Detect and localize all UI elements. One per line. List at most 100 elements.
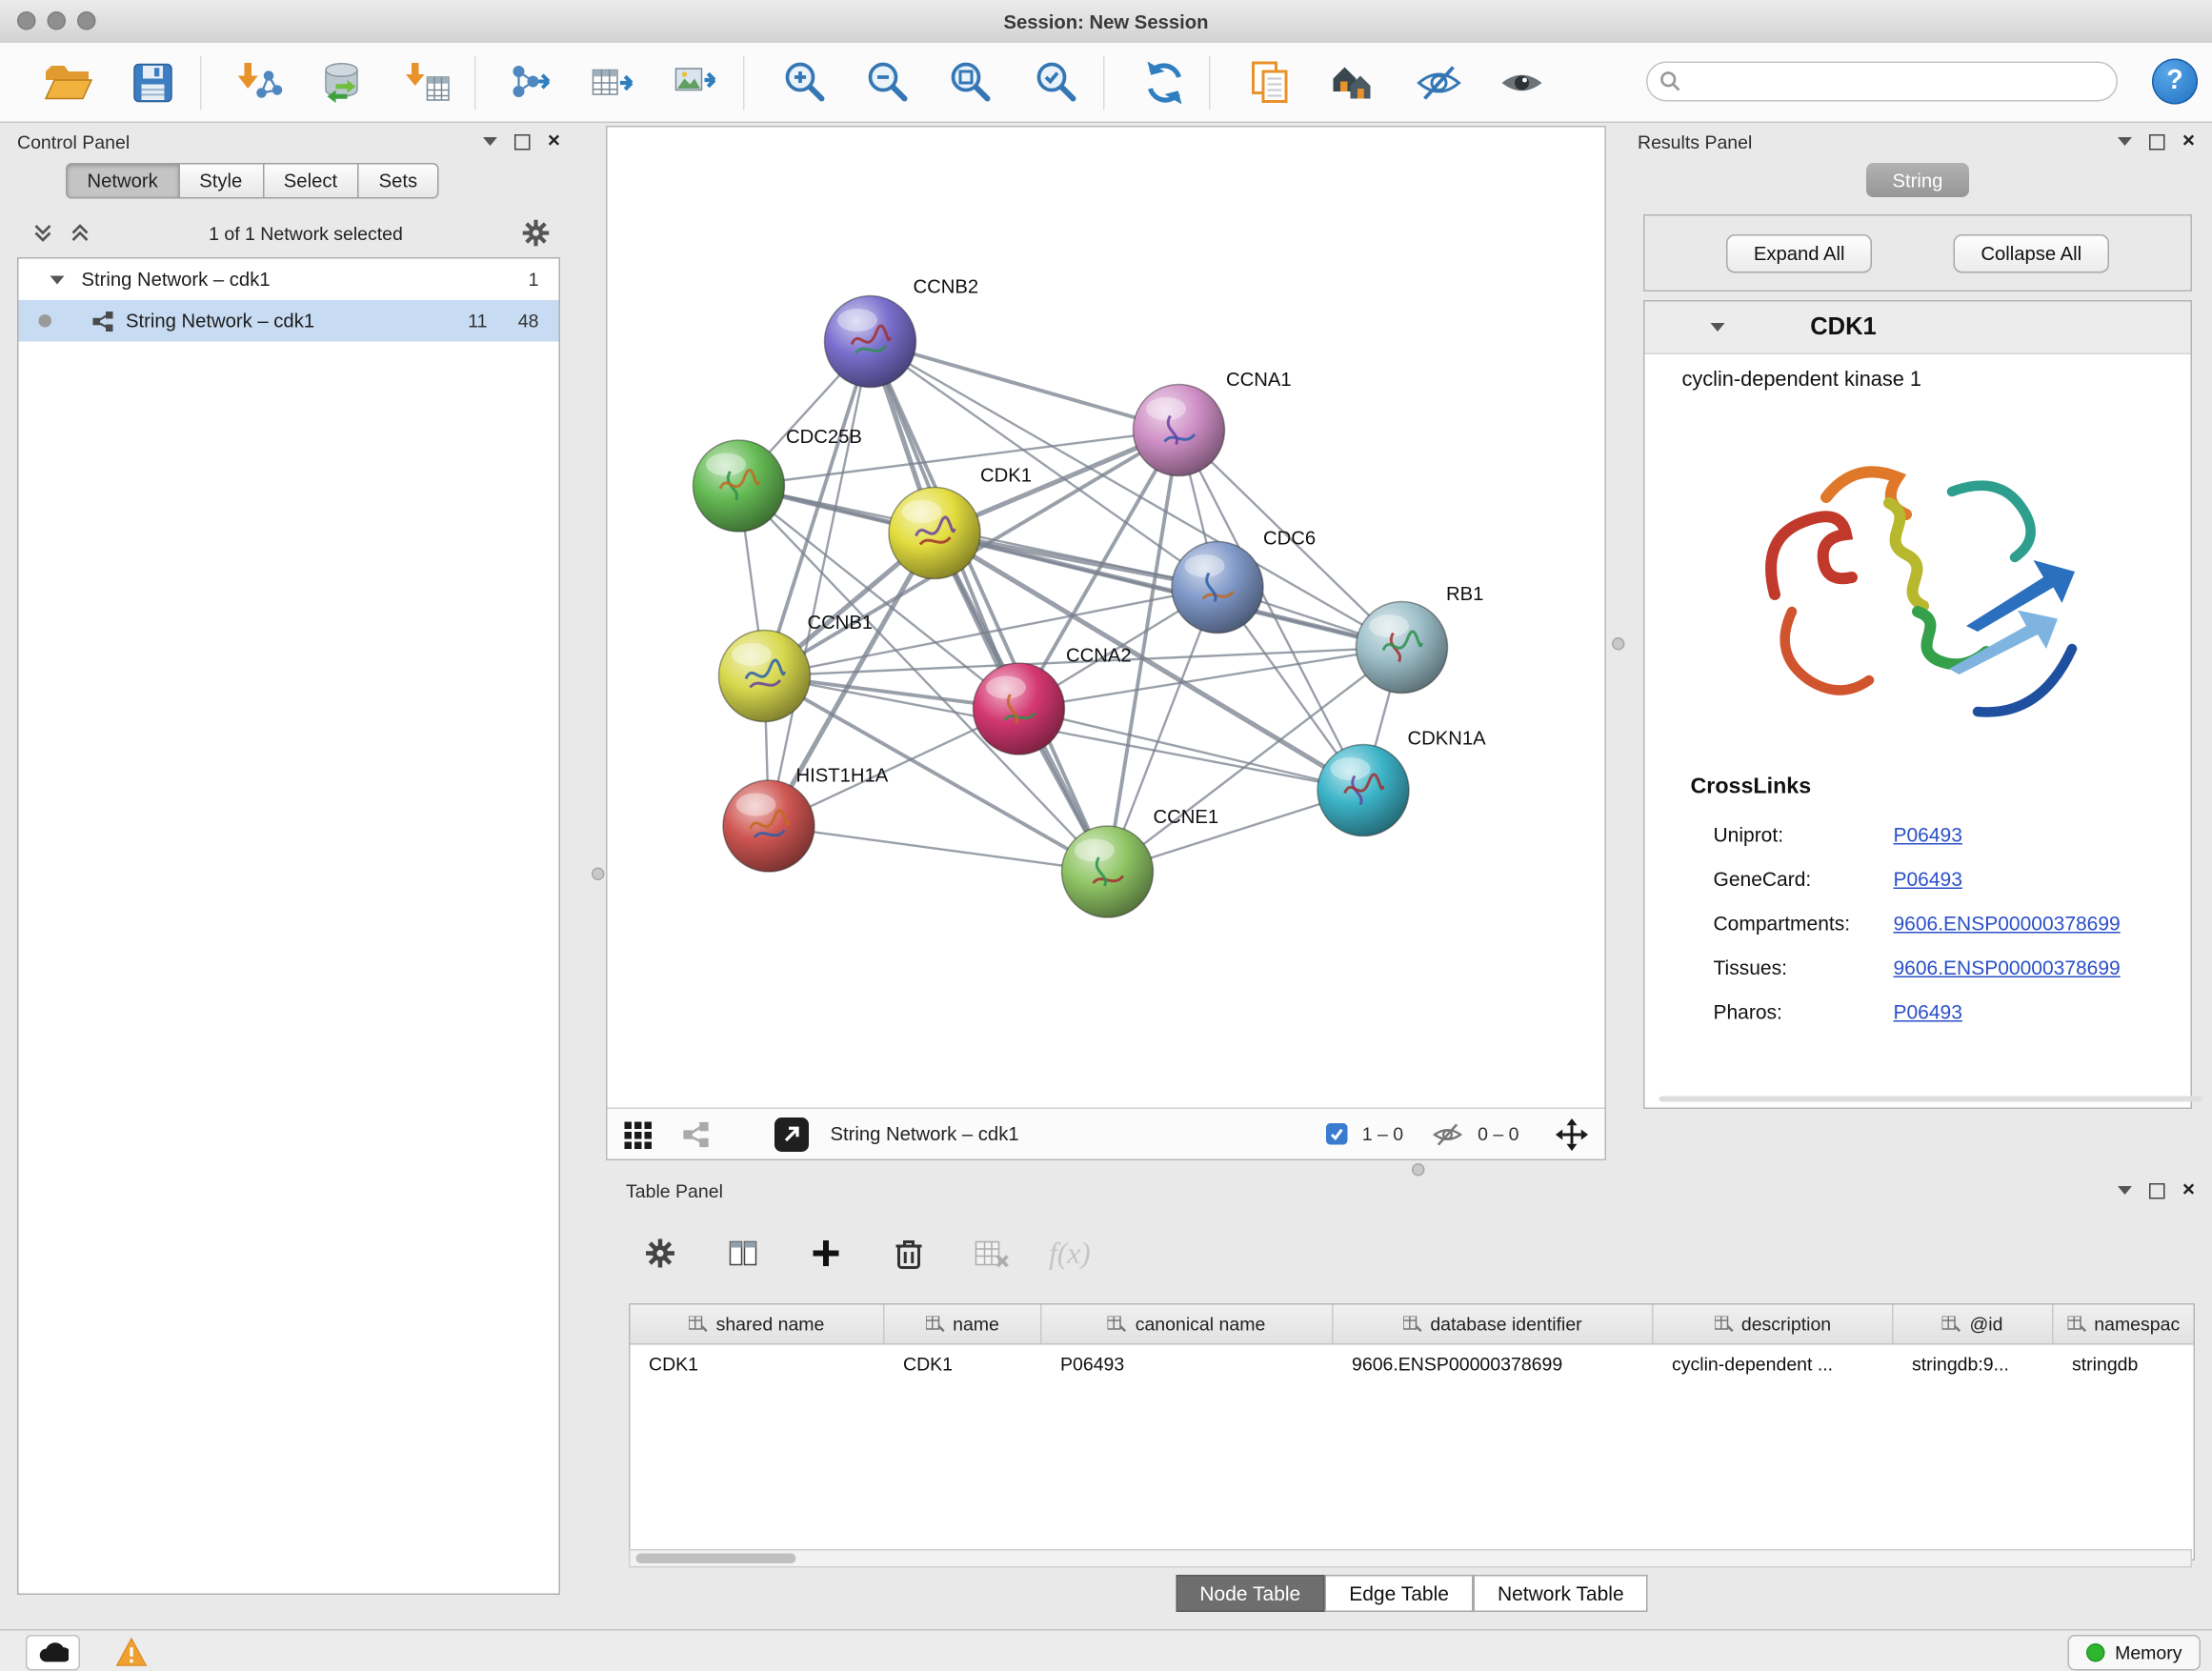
close-window-button[interactable] [17, 11, 36, 30]
panel-close-icon[interactable]: × [2182, 1183, 2195, 1198]
cloud-status-button[interactable] [26, 1635, 80, 1671]
tissues-link[interactable]: 9606.ENSP00000378699 [1894, 956, 2121, 978]
panel-close-icon[interactable]: × [2182, 134, 2195, 149]
cell-database-identifier[interactable]: 9606.ENSP00000378699 [1334, 1345, 1654, 1384]
warnings-button[interactable] [109, 1635, 154, 1668]
network-canvas[interactable]: CCNB2CCNA1CDC25BCDK1CDC6RB1CCNB1CCNA2CDK… [608, 128, 1605, 1108]
export-view-icon[interactable] [774, 1116, 811, 1153]
tree-expand-icon[interactable] [50, 275, 65, 284]
vertical-splitter-handle[interactable] [1612, 637, 1625, 651]
table-settings-button[interactable] [634, 1228, 686, 1279]
network-node-HIST1H1A[interactable] [723, 780, 814, 872]
help-button[interactable]: ? [2152, 59, 2198, 105]
export-network-button[interactable] [497, 53, 563, 113]
zoom-in-button[interactable] [772, 53, 837, 113]
open-session-button[interactable] [34, 53, 100, 113]
uniprot-link[interactable]: P06493 [1894, 822, 1962, 845]
collapse-all-button[interactable]: Collapse All [1954, 233, 2109, 272]
column-header[interactable]: shared name [631, 1305, 885, 1344]
import-database-button[interactable] [309, 53, 374, 113]
vertical-splitter-handle[interactable] [592, 868, 605, 881]
maximize-window-button[interactable] [77, 11, 96, 30]
function-builder-button[interactable]: f(x) [1049, 1236, 1091, 1272]
edge-table-tab[interactable]: Edge Table [1325, 1575, 1474, 1612]
network-edge[interactable] [769, 826, 1108, 872]
cell-namespace[interactable]: stringdb [2054, 1345, 2194, 1384]
network-row-selected[interactable]: String Network – cdk1 11 48 [19, 300, 559, 342]
column-header[interactable]: database identifier [1334, 1305, 1654, 1344]
expand-all-icon[interactable] [69, 222, 91, 245]
network-node-CCNA1[interactable] [1134, 385, 1225, 476]
zoom-fit-button[interactable] [937, 53, 1003, 113]
memory-button[interactable]: Memory [2068, 1635, 2201, 1671]
export-table-button[interactable] [580, 53, 646, 113]
clear-table-button[interactable] [966, 1228, 1017, 1279]
add-column-button[interactable] [800, 1228, 852, 1279]
panel-maximize-icon[interactable] [2149, 1182, 2165, 1198]
export-image-button[interactable] [663, 53, 729, 113]
network-node-CCNB2[interactable] [825, 296, 916, 388]
string-results-tab[interactable]: String [1866, 163, 1969, 197]
network-node-CDKN1A[interactable] [1317, 745, 1409, 836]
panel-close-icon[interactable]: × [548, 134, 560, 149]
cell-id[interactable]: stringdb:9... [1894, 1345, 2054, 1384]
network-view-icon[interactable] [682, 1119, 711, 1148]
section-collapse-icon[interactable] [1711, 323, 1725, 332]
copy-button[interactable] [1237, 53, 1303, 113]
network-node-CCNE1[interactable] [1062, 826, 1154, 917]
panel-maximize-icon[interactable] [514, 133, 531, 150]
horizontal-splitter-handle[interactable] [1412, 1163, 1425, 1177]
tab-style[interactable]: Style [179, 163, 264, 199]
hidden-eye-slash-icon[interactable] [1432, 1118, 1463, 1150]
refresh-button[interactable] [1132, 53, 1197, 113]
genecard-link[interactable]: P06493 [1894, 867, 1962, 890]
network-node-CDC25B[interactable] [694, 440, 785, 532]
network-edge[interactable] [871, 342, 1108, 873]
cell-canonical-name[interactable]: P06493 [1042, 1345, 1334, 1384]
table-horizontal-scrollbar[interactable] [629, 1549, 2192, 1568]
cell-name[interactable]: CDK1 [885, 1345, 1042, 1384]
network-edge[interactable] [871, 342, 1179, 431]
delete-column-button[interactable] [883, 1228, 935, 1279]
network-node-CDC6[interactable] [1172, 542, 1263, 634]
column-header[interactable]: @id [1894, 1305, 2054, 1344]
minimize-window-button[interactable] [48, 11, 67, 30]
protein-section-header[interactable]: CDK1 [1645, 302, 2191, 355]
zoom-selected-button[interactable] [1023, 53, 1089, 113]
cell-description[interactable]: cyclin-dependent ... [1654, 1345, 1894, 1384]
save-session-button[interactable] [120, 53, 186, 113]
import-table-button[interactable] [394, 53, 460, 113]
network-edge[interactable] [1019, 709, 1364, 791]
tab-sets[interactable]: Sets [359, 163, 439, 199]
panel-float-icon[interactable] [2118, 1186, 2132, 1195]
table-row[interactable]: CDK1 CDK1 P06493 9606.ENSP00000378699 cy… [631, 1345, 2194, 1384]
network-node-CCNA2[interactable] [974, 663, 1065, 755]
hide-button[interactable] [1406, 53, 1472, 113]
panel-float-icon[interactable] [483, 137, 497, 146]
column-header[interactable]: canonical name [1042, 1305, 1334, 1344]
pharos-link[interactable]: P06493 [1894, 999, 1962, 1022]
network-node-CDK1[interactable] [889, 488, 980, 579]
network-edge[interactable] [935, 534, 1402, 648]
network-node-CCNB1[interactable] [719, 631, 811, 722]
scrollbar-thumb[interactable] [636, 1554, 796, 1564]
compartments-link[interactable]: 9606.ENSP00000378699 [1894, 911, 2121, 934]
search-input[interactable] [1646, 62, 2118, 102]
show-columns-button[interactable] [717, 1228, 769, 1279]
grid-view-icon[interactable] [622, 1118, 654, 1150]
cell-shared-name[interactable]: CDK1 [631, 1345, 885, 1384]
gear-icon[interactable] [520, 217, 552, 249]
expand-all-button[interactable]: Expand All [1726, 233, 1872, 272]
network-edge[interactable] [769, 342, 871, 827]
show-button[interactable] [1489, 53, 1555, 113]
node-table-tab[interactable]: Node Table [1176, 1575, 1325, 1612]
network-table-tab[interactable]: Network Table [1473, 1575, 1648, 1612]
tab-select[interactable]: Select [264, 163, 359, 199]
tab-network[interactable]: Network [66, 163, 179, 199]
column-header[interactable]: namespac [2054, 1305, 2194, 1344]
network-node-RB1[interactable] [1357, 602, 1448, 694]
column-header[interactable]: description [1654, 1305, 1894, 1344]
panel-maximize-icon[interactable] [2149, 133, 2165, 150]
network-collection-row[interactable]: String Network – cdk1 1 [19, 259, 559, 301]
results-scrollbar[interactable] [1659, 1097, 2202, 1102]
